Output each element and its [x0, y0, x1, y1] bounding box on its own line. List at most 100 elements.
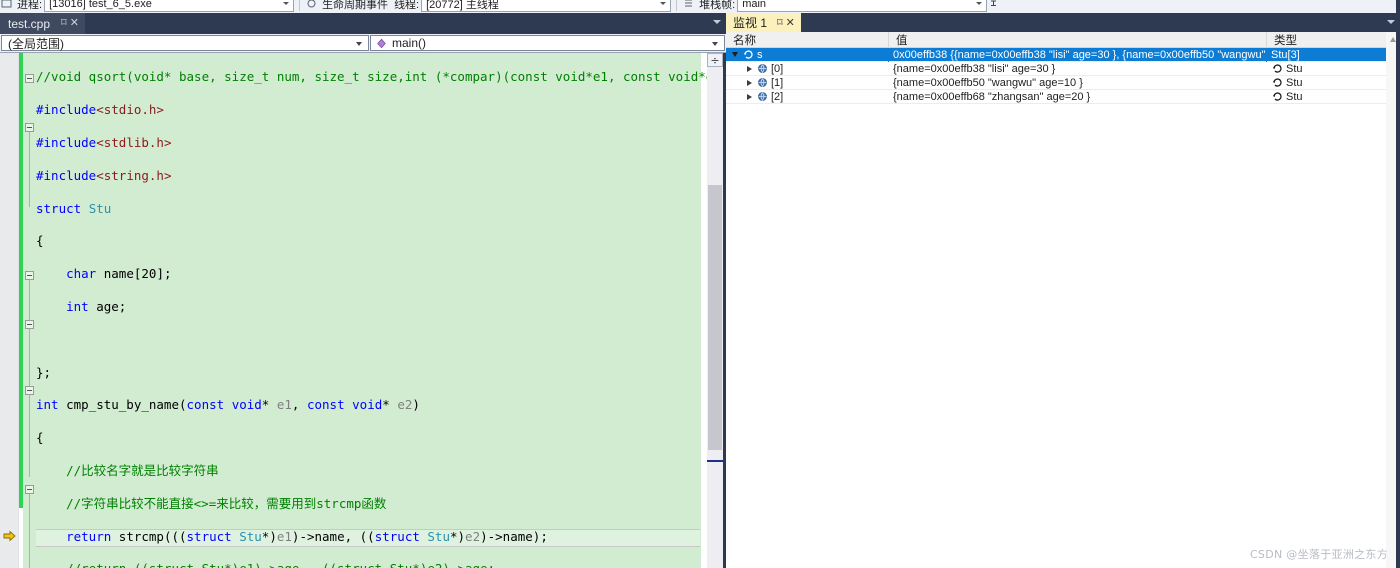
member-value: main() — [392, 36, 427, 50]
stackframe-label: 堆栈帧: — [699, 0, 736, 11]
watch-cell-value[interactable]: 0x00effb38 {{name=0x00effb38 "lisi" age=… — [889, 47, 1267, 62]
field-icon — [756, 63, 768, 75]
change-bar-indicator — [19, 53, 23, 508]
refresh-icon[interactable] — [1271, 63, 1283, 75]
scope-dropdown[interactable]: (全局范围) — [1, 35, 369, 51]
lifecycle-label[interactable]: 生命周期事件 — [322, 0, 388, 12]
glyph-margin[interactable] — [0, 53, 19, 568]
scrollbar-thumb[interactable] — [708, 185, 722, 450]
refresh-icon[interactable] — [742, 49, 754, 61]
fold-toggle-test[interactable] — [25, 386, 34, 395]
editor-tab-strip: test.cpp ⌑ ✕ — [0, 13, 726, 34]
watch-tab-1[interactable]: 监视 1 ⌑ ✕ — [726, 13, 801, 32]
fold-line-main — [29, 494, 30, 568]
editor-vertical-scrollbar[interactable] — [707, 53, 723, 568]
table-row[interactable]: [1] {name=0x00effb50 "wangwu" age=10 } S… — [726, 76, 1400, 90]
toolbar-overflow-icon[interactable] — [987, 0, 1000, 10]
watch-tab-strip: 监视 1 ⌑ ✕ — [726, 13, 1400, 32]
scope-value: (全局范围) — [8, 36, 64, 51]
expander-expand-icon[interactable] — [742, 90, 756, 104]
refresh-icon[interactable] — [1271, 91, 1283, 103]
pin-icon[interactable]: ⌑ — [777, 16, 783, 29]
code-line: //比较名字就是比较字符串 — [66, 462, 219, 478]
editor-tab-label: test.cpp — [8, 16, 51, 31]
table-row[interactable]: [2] {name=0x00effb68 "zhangsan" age=20 }… — [726, 90, 1400, 104]
stackframe-combo[interactable]: main — [737, 0, 988, 12]
column-header-value[interactable]: 值 — [889, 32, 1267, 48]
watch-cell-name[interactable]: [2] — [726, 90, 889, 104]
thread-combo[interactable]: [20772] 主线程 — [421, 0, 672, 12]
fold-toggle-struct[interactable] — [25, 123, 34, 132]
column-header-name[interactable]: 名称 — [726, 32, 889, 48]
scrollbar-position-marker — [707, 460, 723, 462]
watermark-text: CSDN @坐落于亚洲之东方 — [1249, 548, 1388, 561]
column-header-type[interactable]: 类型 — [1267, 32, 1400, 48]
close-icon[interactable]: ✕ — [786, 16, 795, 29]
watch-cell-type: Stu — [1267, 76, 1400, 90]
watch-name-text: [0] — [771, 62, 784, 75]
fold-line-cmp — [29, 280, 30, 395]
code-line: int age; — [66, 298, 127, 314]
field-icon — [756, 91, 768, 103]
watch-column-headers: 名称 值 类型 — [726, 32, 1400, 48]
watch-tab-label: 监视 1 — [733, 16, 768, 30]
watch-cell-name[interactable]: s — [726, 47, 889, 62]
editor-tab-test-cpp[interactable]: test.cpp ⌑ ✕ — [0, 13, 86, 34]
watch-grid: 名称 值 类型 s 0x00effb38 {{name=0x00effb38 "… — [726, 32, 1400, 568]
toolbar-separator-2 — [676, 0, 678, 11]
watch-value-text: {name=0x00effb38 "lisi" age=30 } — [893, 62, 1056, 75]
code-line: //void qsort(void* base, size_t num, siz… — [36, 69, 726, 85]
code-surface[interactable]: //void qsort(void* base, size_t num, siz… — [0, 53, 726, 568]
expander-collapse-icon[interactable] — [728, 48, 742, 62]
stackframe-value: main — [742, 0, 767, 10]
watch-cell-value[interactable]: {name=0x00effb38 "lisi" age=30 } — [889, 62, 1267, 76]
close-icon[interactable]: ✕ — [70, 18, 79, 29]
watch-cell-value[interactable]: {name=0x00effb68 "zhangsan" age=20 } — [889, 90, 1267, 104]
code-line: //return ((struct Stu*)e1)->age - ((stru… — [36, 561, 726, 568]
editor-navigation-bar: (全局范围) main() — [0, 34, 726, 53]
watch-value-text: {name=0x00effb50 "wangwu" age=10 } — [893, 76, 1083, 89]
watch-cell-type: Stu[3] — [1267, 48, 1400, 62]
code-line: { — [36, 430, 44, 446]
watch-type-text: Stu — [1286, 62, 1303, 75]
watch-name-text: [2] — [771, 90, 784, 103]
editor-splitter-button[interactable]: ÷ — [707, 53, 723, 67]
fold-toggle-include[interactable] — [25, 74, 34, 83]
code-editor-pane: test.cpp ⌑ ✕ (全局范围) main() //void qsort(… — [0, 13, 726, 568]
watch-value-text: 0x00effb38 {{name=0x00effb38 "lisi" age=… — [893, 48, 1266, 61]
pin-icon[interactable]: ⌑ — [61, 18, 67, 29]
watch-type-text: Stu — [1286, 76, 1303, 89]
method-icon — [375, 37, 387, 49]
process-label: 进程: — [17, 0, 43, 11]
thread-label: 线程: — [394, 0, 420, 11]
expander-expand-icon[interactable] — [742, 62, 756, 76]
table-row[interactable]: [0] {name=0x00effb38 "lisi" age=30 } Stu — [726, 62, 1400, 76]
expander-expand-icon[interactable] — [742, 76, 756, 90]
code-text[interactable]: //void qsort(void* base, size_t num, siz… — [36, 53, 726, 568]
code-line: //字符串比较不能直接<>=来比较，需要用到strcmp函数 — [66, 495, 387, 511]
member-dropdown[interactable]: main() — [370, 35, 725, 51]
chevron-down-icon — [356, 42, 362, 46]
watch-cell-name[interactable]: [1] — [726, 76, 889, 90]
fold-toggle-main[interactable] — [25, 485, 34, 494]
chevron-down-icon[interactable] — [713, 20, 721, 24]
chevron-down-icon[interactable] — [1387, 20, 1395, 24]
watch-name-text: [1] — [771, 76, 784, 89]
code-line: return strcmp(((struct Stu*)e1)->name, (… — [66, 528, 548, 544]
refresh-icon[interactable] — [1271, 77, 1283, 89]
process-icon — [0, 0, 13, 10]
fold-toggle-cmp[interactable] — [25, 271, 34, 280]
watch-cell-value[interactable]: {name=0x00effb50 "wangwu" age=10 } — [889, 76, 1267, 90]
watch-cell-name[interactable]: [0] — [726, 62, 889, 76]
fold-line-struct — [29, 132, 30, 207]
lifecycle-icon — [305, 0, 318, 10]
process-combo[interactable]: [13016] test_6_5.exe — [44, 0, 295, 12]
fold-toggle-comment-block[interactable] — [25, 320, 34, 329]
table-row[interactable]: s 0x00effb38 {{name=0x00effb38 "lisi" ag… — [726, 47, 1400, 62]
watch-row-list: s 0x00effb38 {{name=0x00effb38 "lisi" ag… — [726, 47, 1400, 104]
thread-value: [20772] 主线程 — [426, 0, 499, 11]
code-line: { — [36, 233, 44, 249]
field-icon — [756, 77, 768, 89]
code-line: struct Stu — [36, 200, 112, 216]
